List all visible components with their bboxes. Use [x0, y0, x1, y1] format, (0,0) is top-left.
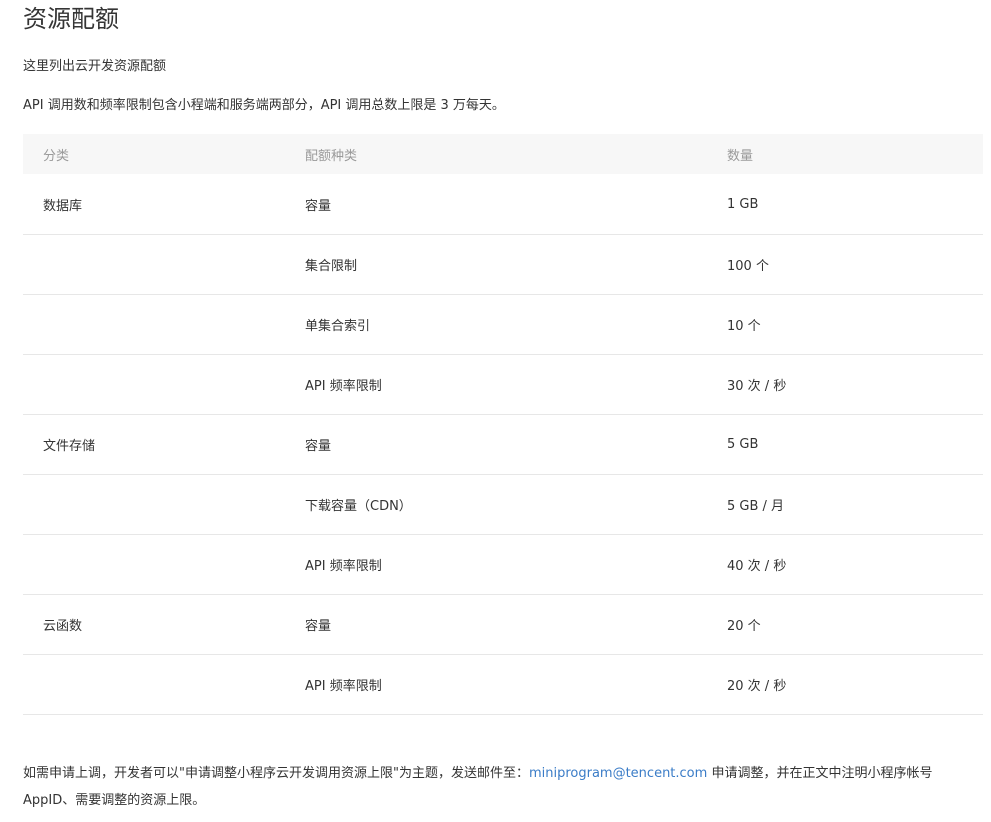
cell-category	[23, 354, 285, 415]
cell-amount: 20 个	[707, 594, 983, 655]
email-link[interactable]: miniprogram@tencent.com	[529, 766, 707, 781]
cell-quota-type: 容量	[285, 594, 707, 655]
table-row: 单集合索引 10 个	[23, 294, 983, 355]
cell-quota-type: API 频率限制	[285, 654, 707, 715]
cell-quota-type: 单集合索引	[285, 294, 707, 355]
table-row: 文件存储 容量 5 GB	[23, 414, 983, 475]
cell-amount: 20 次 / 秒	[707, 654, 983, 715]
table-row: 集合限制 100 个	[23, 234, 983, 295]
cell-category	[23, 234, 285, 295]
table-row: API 频率限制 30 次 / 秒	[23, 354, 983, 415]
cell-category: 云函数	[23, 594, 285, 655]
cell-category	[23, 474, 285, 535]
cell-amount: 10 个	[707, 294, 983, 355]
intro-text: 这里列出云开发资源配额	[23, 59, 167, 74]
cell-amount: 5 GB	[707, 414, 983, 475]
table-row: 云函数 容量 20 个	[23, 594, 983, 655]
table-row: API 频率限制 40 次 / 秒	[23, 534, 983, 595]
cell-category	[23, 294, 285, 355]
api-limit-note: API 调用数和频率限制包含小程端和服务端两部分，API 调用总数上限是 3 万…	[23, 98, 505, 113]
table-row: 数据库 容量 1 GB	[23, 174, 983, 235]
table-row: API 频率限制 20 次 / 秒	[23, 654, 983, 715]
cell-quota-type: API 频率限制	[285, 534, 707, 595]
cell-quota-type: API 频率限制	[285, 354, 707, 415]
cell-amount: 1 GB	[707, 174, 983, 235]
cell-quota-type: 容量	[285, 174, 707, 235]
cell-category: 文件存储	[23, 414, 285, 475]
cell-category: 数据库	[23, 174, 285, 235]
cell-amount: 5 GB / 月	[707, 474, 983, 535]
adjustment-note: 如需申请上调，开发者可以"申请调整小程序云开发调用资源上限"为主题，发送邮件至：…	[23, 760, 985, 814]
header-category: 分类	[23, 134, 285, 174]
header-quota-type: 配额种类	[285, 134, 707, 174]
cell-quota-type: 下载容量（CDN）	[285, 474, 707, 535]
page-title: 资源配额	[23, 5, 119, 33]
table-header-row: 分类 配额种类 数量	[23, 134, 983, 174]
quota-table: 分类 配额种类 数量 数据库 容量 1 GB 集合限制 100 个 单集合索引 …	[23, 134, 983, 715]
table-row: 下载容量（CDN） 5 GB / 月	[23, 474, 983, 535]
cell-amount: 40 次 / 秒	[707, 534, 983, 595]
header-amount: 数量	[707, 134, 983, 174]
adjustment-note-text: 如需申请上调，开发者可以"申请调整小程序云开发调用资源上限"为主题，发送邮件至：	[23, 766, 529, 781]
cell-quota-type: 集合限制	[285, 234, 707, 295]
cell-amount: 100 个	[707, 234, 983, 295]
cell-quota-type: 容量	[285, 414, 707, 475]
cell-amount: 30 次 / 秒	[707, 354, 983, 415]
cell-category	[23, 654, 285, 715]
cell-category	[23, 534, 285, 595]
